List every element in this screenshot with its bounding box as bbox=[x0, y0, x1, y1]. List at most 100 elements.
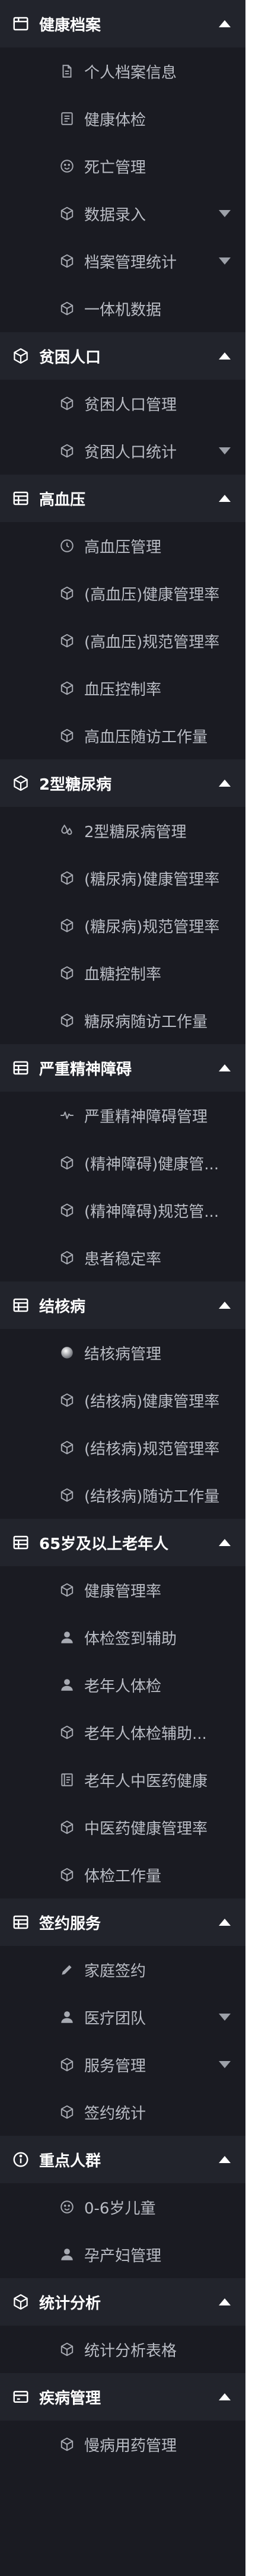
menu-item[interactable]: 高血压随访工作量 bbox=[0, 712, 245, 759]
cube-icon bbox=[59, 586, 75, 601]
face-icon bbox=[59, 2199, 75, 2215]
section-header[interactable]: 2型糖尿病 bbox=[0, 759, 245, 807]
card-icon bbox=[12, 2388, 30, 2406]
menu-item[interactable]: 贫困人口管理 bbox=[0, 380, 245, 427]
menu-item-label: 健康体检 bbox=[84, 111, 146, 129]
cube-icon bbox=[59, 2342, 75, 2357]
menu-item-label: 档案管理统计 bbox=[84, 253, 177, 272]
section-header[interactable]: 贫困人口 bbox=[0, 332, 245, 380]
caret-down-icon bbox=[218, 209, 231, 218]
menu-item-label: (精神障碍)健康管... bbox=[84, 1155, 219, 1173]
menu-item[interactable]: 一体机数据 bbox=[0, 285, 245, 332]
cube-icon bbox=[59, 2057, 75, 2072]
section-header[interactable]: 结核病 bbox=[0, 1281, 245, 1329]
menu-item[interactable]: 家庭签约 bbox=[0, 1946, 245, 1993]
menu-item[interactable]: 结核病管理 bbox=[0, 1329, 245, 1376]
menu-item[interactable]: 档案管理统计 bbox=[0, 237, 245, 285]
menu-item[interactable]: (糖尿病)健康管理率 bbox=[0, 854, 245, 902]
cube-icon bbox=[59, 1392, 75, 1408]
section-header[interactable]: 重点人群 bbox=[0, 2136, 245, 2183]
section-header[interactable]: 高血压 bbox=[0, 475, 245, 522]
menu-item-label: 患者稳定率 bbox=[84, 1250, 162, 1268]
cube-icon bbox=[59, 1440, 75, 1455]
menu-item[interactable]: 中医药健康管理率 bbox=[0, 1804, 245, 1851]
menu-item-label: (结核病)随访工作量 bbox=[84, 1487, 220, 1506]
menu-item[interactable]: 血压控制率 bbox=[0, 664, 245, 712]
menu-item[interactable]: 老年人中医药健康 bbox=[0, 1756, 245, 1804]
menu-item[interactable]: 0-6岁儿童 bbox=[0, 2183, 245, 2231]
menu-section: 2型糖尿病 2型糖尿病管理 (糖尿病)健康管理率 (糖尿病)规范管理率血糖控制率糖尿病… bbox=[0, 759, 245, 1044]
section-header[interactable]: 疾病管理 bbox=[0, 2373, 245, 2421]
menu-item-label: 服务管理 bbox=[84, 2057, 146, 2075]
menu-item[interactable]: 老年人体检 bbox=[0, 1661, 245, 1709]
cube-icon bbox=[59, 1155, 75, 1171]
caret-up-icon bbox=[218, 1301, 231, 1309]
menu-item[interactable]: 体检签到辅助 bbox=[0, 1614, 245, 1661]
menu-item-label: 统计分析表格 bbox=[84, 2342, 177, 2360]
menu-item[interactable]: 体检工作量 bbox=[0, 1851, 245, 1898]
menu-item-label: 中医药健康管理率 bbox=[84, 1820, 208, 1838]
menu-section: 疾病管理 慢病用药管理 bbox=[0, 2373, 245, 2468]
menu-item[interactable]: 严重精神障碍管理 bbox=[0, 1092, 245, 1139]
menu-item[interactable]: 统计分析表格 bbox=[0, 2326, 245, 2373]
table-icon bbox=[12, 489, 30, 507]
info-icon bbox=[12, 2151, 30, 2168]
caret-up-icon bbox=[218, 1064, 231, 1072]
menu-item[interactable]: (结核病)规范管理率 bbox=[0, 1424, 245, 1471]
menu-item[interactable]: 死亡管理 bbox=[0, 142, 245, 190]
menu-item[interactable]: (高血压)健康管理率 bbox=[0, 570, 245, 617]
menu-item[interactable]: 老年人体检辅助... bbox=[0, 1709, 245, 1756]
menu-item[interactable]: 孕产妇管理 bbox=[0, 2231, 245, 2278]
cube-icon bbox=[59, 918, 75, 933]
folder-icon bbox=[12, 15, 30, 33]
section-title: 结核病 bbox=[39, 1297, 86, 1316]
menu-item[interactable]: 个人档案信息 bbox=[0, 47, 245, 95]
menu-item[interactable]: 数据录入 bbox=[0, 190, 245, 237]
cube-icon bbox=[59, 301, 75, 316]
menu-item[interactable]: 血糖控制率 bbox=[0, 949, 245, 997]
menu-item-label: (糖尿病)规范管理率 bbox=[84, 918, 220, 936]
menu-item-label: 糖尿病随访工作量 bbox=[84, 1013, 208, 1031]
menu-item[interactable]: 签约统计 bbox=[0, 2088, 245, 2136]
menu-item[interactable]: (高血压)规范管理率 bbox=[0, 617, 245, 664]
menu-item[interactable]: 糖尿病随访工作量 bbox=[0, 997, 245, 1044]
menu-item[interactable]: 贫困人口统计 bbox=[0, 427, 245, 475]
section-header[interactable]: 签约服务 bbox=[0, 1898, 245, 1946]
section-title: 65岁及以上老年人 bbox=[39, 1535, 169, 1553]
cube-icon bbox=[59, 728, 75, 743]
menu-item[interactable]: 患者稳定率 bbox=[0, 1234, 245, 1281]
menu-item[interactable]: 健康体检 bbox=[0, 95, 245, 142]
sphere-icon bbox=[59, 1345, 75, 1360]
menu-item[interactable]: (精神障碍)规范管... bbox=[0, 1187, 245, 1234]
menu-item[interactable]: (精神障碍)健康管... bbox=[0, 1139, 245, 1187]
menu-item[interactable]: 医疗团队 bbox=[0, 1993, 245, 2041]
menu-item[interactable]: (结核病)随访工作量 bbox=[0, 1471, 245, 1519]
menu-item[interactable]: 健康管理率 bbox=[0, 1566, 245, 1614]
cube-icon bbox=[59, 965, 75, 981]
menu-item[interactable]: (糖尿病)规范管理率 bbox=[0, 902, 245, 949]
sidebar-menu: 健康档案 个人档案信息 健康体检 死亡管理 数据录入 档案管理统计 一体机数据 贫困人口 贫困人… bbox=[0, 0, 245, 2576]
cube-icon bbox=[59, 1013, 75, 1028]
menu-item[interactable]: 服务管理 bbox=[0, 2041, 245, 2088]
section-title: 重点人群 bbox=[39, 2152, 101, 2170]
section-header[interactable]: 健康档案 bbox=[0, 0, 245, 47]
section-title: 健康档案 bbox=[39, 16, 101, 34]
caret-up-icon bbox=[218, 2298, 231, 2306]
caret-up-icon bbox=[218, 20, 231, 28]
section-header[interactable]: 严重精神障碍 bbox=[0, 1044, 245, 1092]
caret-up-icon bbox=[218, 779, 231, 787]
menu-item-label: 血压控制率 bbox=[84, 680, 162, 699]
face-icon bbox=[59, 158, 75, 174]
menu-item[interactable]: (结核病)健康管理率 bbox=[0, 1376, 245, 1424]
cube-icon bbox=[59, 396, 75, 411]
cube-icon bbox=[12, 2293, 30, 2311]
menu-item[interactable]: 2型糖尿病管理 bbox=[0, 807, 245, 854]
section-header[interactable]: 统计分析 bbox=[0, 2278, 245, 2326]
pencil-icon bbox=[59, 1962, 75, 1977]
menu-item[interactable]: 高血压管理 bbox=[0, 522, 245, 570]
table-icon bbox=[12, 1534, 30, 1551]
menu-item[interactable]: 慢病用药管理 bbox=[0, 2421, 245, 2468]
menu-item-label: (高血压)规范管理率 bbox=[84, 633, 220, 651]
menu-item-label: (结核病)规范管理率 bbox=[84, 1440, 220, 1458]
section-header[interactable]: 65岁及以上老年人 bbox=[0, 1519, 245, 1566]
